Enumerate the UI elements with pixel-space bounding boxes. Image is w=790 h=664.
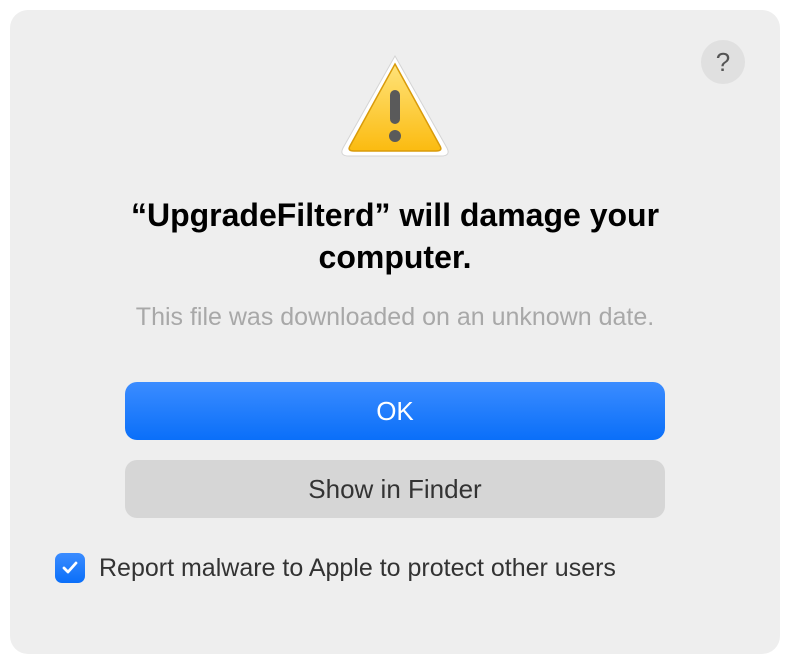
ok-button-label: OK — [376, 396, 414, 427]
help-button[interactable]: ? — [701, 40, 745, 84]
dialog-title: “UpgradeFilterd” will damage your comput… — [70, 195, 720, 278]
help-icon: ? — [716, 47, 730, 78]
ok-button[interactable]: OK — [125, 382, 665, 440]
alert-dialog: ? “UpgradeFilterd” will damage your comp… — [10, 10, 780, 654]
report-malware-row: Report malware to Apple to protect other… — [55, 553, 616, 583]
dialog-subtitle: This file was downloaded on an unknown d… — [136, 303, 654, 332]
report-malware-checkbox[interactable] — [55, 553, 85, 583]
warning-icon — [335, 50, 455, 165]
checkmark-icon — [60, 558, 80, 578]
show-in-finder-button[interactable]: Show in Finder — [125, 460, 665, 518]
show-in-finder-label: Show in Finder — [308, 474, 481, 505]
report-malware-label: Report malware to Apple to protect other… — [99, 554, 616, 583]
